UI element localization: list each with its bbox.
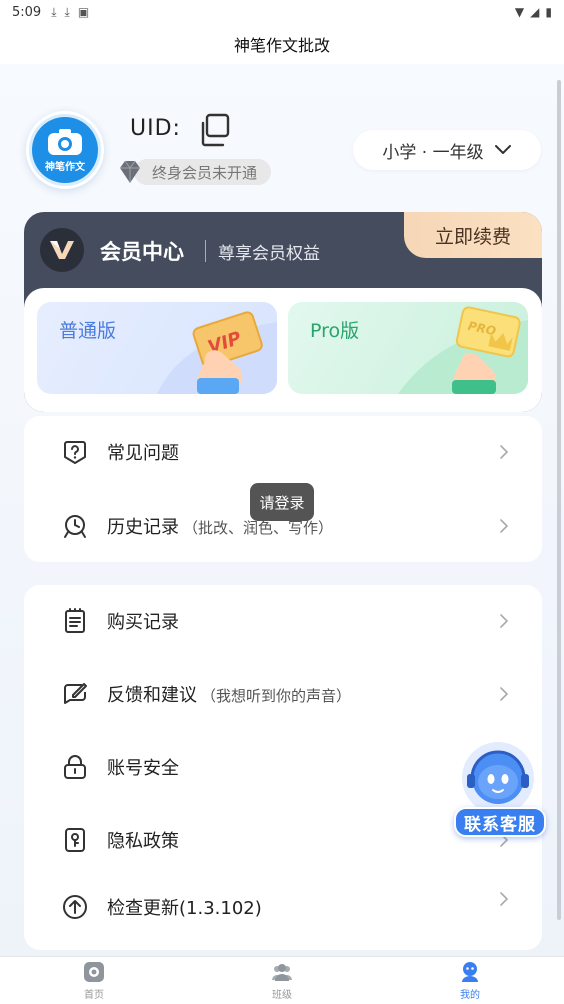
status-bar: 5:09 ⤓ ⤓ ▣ ▼ ◢ ▮ xyxy=(0,0,564,24)
system-icons: ▼ ◢ ▮ xyxy=(515,5,552,19)
menu-item-purchases[interactable]: 购买记录 xyxy=(24,591,542,651)
grade-value: 小学 · 一年级 xyxy=(382,142,484,163)
update-icon xyxy=(63,895,87,919)
chevron-right-icon xyxy=(500,445,509,459)
avatar[interactable]: 神笔作文 xyxy=(26,111,104,189)
receipt-icon xyxy=(65,608,85,633)
tab-class-label: 班级 xyxy=(272,990,292,1001)
renew-button[interactable]: 立即续费 xyxy=(404,212,542,258)
menu-item-faq-label: 常见问题 xyxy=(107,443,179,464)
tab-home-label: 首页 xyxy=(84,990,104,1001)
plan-pro[interactable]: Pro版 PRO xyxy=(288,302,528,394)
vip-plans: 普通版 VIP Pro版 PRO xyxy=(24,288,542,412)
class-icon xyxy=(272,964,292,981)
tab-profile[interactable]: 我的 xyxy=(440,961,500,1003)
signal-icon: ◢ xyxy=(530,5,540,19)
vip-center-title: 会员中心 xyxy=(100,240,184,264)
avatar-brand-text: 神笔作文 xyxy=(45,162,85,173)
bottom-tab-bar: 首页 班级 我的 xyxy=(0,956,564,1004)
home-icon xyxy=(84,962,104,982)
customer-service-button[interactable]: 联系客服 xyxy=(450,740,546,840)
uid-label: UID: xyxy=(130,116,181,141)
plan-pro-label: Pro版 xyxy=(310,320,360,342)
vip-card-hand-icon: VIP xyxy=(157,311,277,394)
page-title: 神笔作文批改 xyxy=(233,36,330,55)
download-icon: ⤓ xyxy=(51,4,57,19)
download-icon: ⤓ xyxy=(64,4,70,19)
lock-icon xyxy=(64,755,86,779)
chevron-right-icon xyxy=(500,519,509,533)
vip-status-text: 终身会员未开通 xyxy=(134,159,272,185)
menu-item-purchases-label: 购买记录 xyxy=(107,612,179,633)
login-toast: 请登录 xyxy=(250,483,314,521)
app-header: 神笔作文批改 xyxy=(0,24,564,64)
customer-service-label: 联系客服 xyxy=(454,807,546,837)
menu-item-privacy-label: 隐私政策 xyxy=(107,831,179,852)
menu-item-check-update[interactable]: 检查更新(1.3.102) xyxy=(24,877,542,937)
vip-logo-icon xyxy=(40,228,84,272)
feedback-icon xyxy=(64,683,87,704)
menu-item-feedback-label: 反馈和建议 （我想听到你的声音） xyxy=(107,685,352,706)
vip-status-badge: 终身会员未开通 xyxy=(116,158,272,186)
chevron-down-icon xyxy=(494,145,511,154)
diamond-icon xyxy=(120,160,140,183)
battery-icon: ▮ xyxy=(545,5,552,19)
avatar-logo: 神笔作文 xyxy=(32,117,98,183)
vip-center-card: 会员中心 尊享会员权益 立即续费 普通版 VIP Pro版 PRO xyxy=(24,212,542,412)
tab-profile-label: 我的 xyxy=(460,990,480,1001)
question-icon xyxy=(64,441,86,464)
profile-icon xyxy=(462,962,478,982)
wifi-icon: ▼ xyxy=(514,5,525,19)
menu-item-feedback-note: （我想听到你的声音） xyxy=(201,687,352,705)
vip-center-subtitle: 尊享会员权益 xyxy=(218,244,320,264)
tab-class[interactable]: 班级 xyxy=(252,961,312,1003)
plan-normal-label: 普通版 xyxy=(59,320,117,342)
notification-icons: ⤓ ⤓ ▣ xyxy=(51,5,89,20)
privacy-icon xyxy=(65,828,85,852)
grade-select[interactable]: 小学 · 一年级 xyxy=(353,130,541,170)
tab-home[interactable]: 首页 xyxy=(64,961,124,1003)
pro-card-hand-icon: PRO xyxy=(398,306,528,394)
menu-item-faq[interactable]: 常见问题 xyxy=(24,422,542,482)
menu-item-feedback[interactable]: 反馈和建议 （我想听到你的声音） xyxy=(24,664,542,724)
menu-item-account-security-label: 账号安全 xyxy=(107,758,179,779)
plan-normal[interactable]: 普通版 VIP xyxy=(37,302,277,394)
chevron-right-icon xyxy=(500,614,509,628)
copy-icon[interactable] xyxy=(196,112,232,148)
vip-title-divider xyxy=(205,240,206,262)
status-time: 5:09 xyxy=(12,4,42,20)
menu-item-check-update-label: 检查更新(1.3.102) xyxy=(107,898,262,919)
history-icon xyxy=(64,515,86,538)
app-notification-icon: ▣ xyxy=(77,4,90,19)
chevron-right-icon xyxy=(500,892,509,906)
menu-item-history-note: （批改、润色、写作） xyxy=(183,519,334,537)
chevron-right-icon xyxy=(500,687,509,701)
scrollbar[interactable] xyxy=(557,80,561,920)
camera-icon xyxy=(48,129,82,155)
